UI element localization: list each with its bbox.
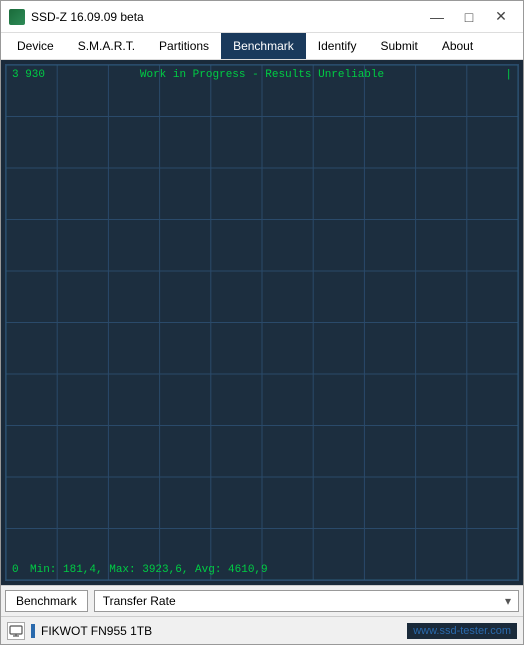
- menu-identify[interactable]: Identify: [306, 33, 369, 59]
- chart-grid: [6, 65, 518, 580]
- chart-toolbar: Benchmark Transfer Rate IOPS Access Time: [1, 585, 523, 616]
- status-pc-icon: [7, 622, 25, 640]
- chart-y-min-label: 0: [12, 564, 19, 576]
- window-controls: — □ ✕: [423, 7, 515, 27]
- metric-select-wrapper: Transfer Rate IOPS Access Time: [94, 590, 519, 612]
- status-drive-name: FIKWOT FN955 1TB: [41, 624, 401, 638]
- menu-submit[interactable]: Submit: [368, 33, 429, 59]
- app-icon: [9, 9, 25, 25]
- metric-select[interactable]: Transfer Rate IOPS Access Time: [94, 590, 519, 612]
- benchmark-button[interactable]: Benchmark: [5, 590, 88, 612]
- menu-bar: Device S.M.A.R.T. Partitions Benchmark I…: [1, 33, 523, 60]
- status-drive-indicator: [31, 624, 35, 638]
- chart-area: 3 930 Work in Progress - Results Unrelia…: [5, 64, 519, 581]
- maximize-button[interactable]: □: [455, 7, 483, 27]
- minimize-button[interactable]: —: [423, 7, 451, 27]
- chart-wip-label: Work in Progress - Results Unreliable: [6, 69, 518, 81]
- menu-smart[interactable]: S.M.A.R.T.: [66, 33, 147, 59]
- chart-stats-label: Min: 181,4, Max: 3923,6, Avg: 4610,9: [30, 564, 268, 576]
- menu-partitions[interactable]: Partitions: [147, 33, 221, 59]
- window-title: SSD-Z 16.09.09 beta: [31, 10, 423, 24]
- main-window: SSD-Z 16.09.09 beta — □ ✕ Device S.M.A.R…: [0, 0, 524, 645]
- menu-device[interactable]: Device: [5, 33, 66, 59]
- status-bar: FIKWOT FN955 1TB www.ssd-tester.com: [1, 616, 523, 644]
- title-bar: SSD-Z 16.09.09 beta — □ ✕: [1, 1, 523, 33]
- close-button[interactable]: ✕: [487, 7, 515, 27]
- menu-about[interactable]: About: [430, 33, 485, 59]
- chart-top-right-marker: |: [505, 69, 512, 81]
- status-website: www.ssd-tester.com: [407, 623, 517, 639]
- main-content: 3 930 Work in Progress - Results Unrelia…: [1, 60, 523, 616]
- menu-benchmark[interactable]: Benchmark: [221, 33, 306, 59]
